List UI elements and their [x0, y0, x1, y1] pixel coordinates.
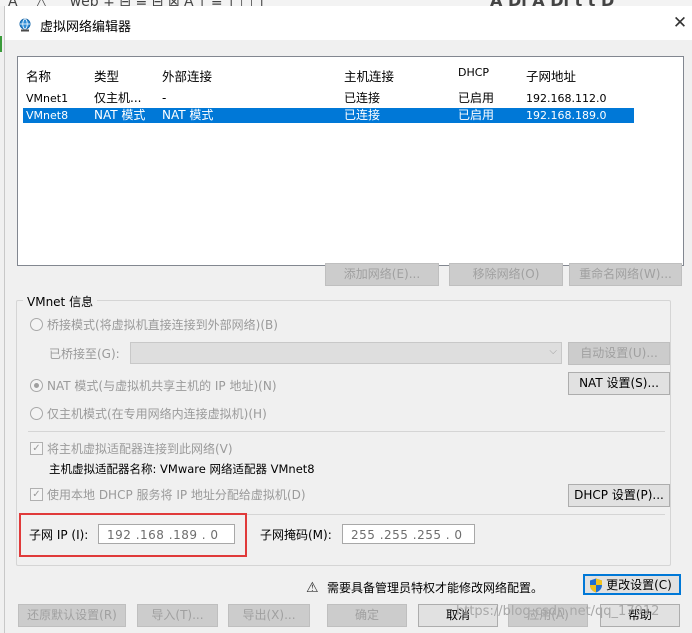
- remove-network-button[interactable]: 移除网络(O): [449, 263, 563, 286]
- dhcp-settings-button[interactable]: DHCP 设置(P)...: [568, 484, 670, 507]
- cell-dhcp: 已启用: [458, 91, 495, 105]
- cell-external: NAT 模式: [162, 108, 214, 122]
- change-settings-label: 更改设置(C): [606, 578, 672, 592]
- network-row-vmnet8[interactable]: VMnet8 NAT 模式 NAT 模式 已连接 已启用 192.168.189…: [23, 108, 634, 123]
- cell-name: VMnet8: [26, 109, 69, 122]
- bridged-to-select[interactable]: ⌵: [130, 342, 562, 364]
- subnet-mask-input[interactable]: 255 .255 .255 . 0: [342, 524, 475, 544]
- column-header-subnet[interactable]: 子网地址: [526, 66, 576, 85]
- virtual-network-editor-dialog: 虚拟网络编辑器 ✕ 名称 类型 外部连接 主机连接 DHCP 子网地址 VMne…: [4, 6, 692, 633]
- cell-external: -: [162, 91, 167, 105]
- close-icon: ✕: [672, 13, 688, 33]
- ok-button[interactable]: 确定: [327, 604, 407, 627]
- bridged-mode-label[interactable]: 桥接模式(将虚拟机直接连接到外部网络)(B): [47, 316, 278, 333]
- cell-subnet: 192.168.189.0: [526, 109, 607, 122]
- use-local-dhcp-checkbox[interactable]: ✓: [30, 488, 43, 501]
- network-row-vmnet1[interactable]: VMnet1 仅主机... - 已连接 已启用 192.168.112.0: [23, 91, 634, 106]
- chevron-down-icon: ⌵: [549, 346, 557, 357]
- section-divider: [28, 431, 665, 432]
- column-header-type[interactable]: 类型: [94, 66, 119, 85]
- column-header-host[interactable]: 主机连接: [344, 66, 394, 85]
- host-only-mode-radio[interactable]: [30, 407, 43, 420]
- globe-network-icon: [19, 18, 31, 32]
- title-bar: 虚拟网络编辑器 ✕: [5, 6, 692, 40]
- column-header-name[interactable]: 名称: [26, 66, 51, 85]
- host-only-mode-label[interactable]: 仅主机模式(在专用网络内连接虚拟机)(H): [47, 405, 267, 422]
- subnet-ip-input[interactable]: 192 .168 .189 . 0: [98, 524, 235, 544]
- cell-type: NAT 模式: [94, 108, 146, 122]
- cell-dhcp: 已启用: [458, 108, 495, 122]
- vmnet-info-label: VMnet 信息: [23, 293, 98, 310]
- column-header-external[interactable]: 外部连接: [162, 66, 212, 85]
- restore-defaults-button[interactable]: 还原默认设置(R): [18, 604, 126, 627]
- uac-shield-icon: [590, 578, 602, 593]
- adapter-name-text: 主机虚拟适配器名称: VMware 网络适配器 VMnet8: [49, 462, 315, 476]
- use-local-dhcp-label[interactable]: 使用本地 DHCP 服务将 IP 地址分配给虚拟机(D): [47, 486, 306, 503]
- import-button[interactable]: 导入(T)...: [137, 604, 218, 627]
- warning-icon: ⚠: [306, 580, 319, 596]
- watermark-text: https://blog.csdn.net/qq_17912: [456, 604, 660, 619]
- cell-host: 已连接: [344, 108, 381, 122]
- background-accent: [0, 36, 2, 52]
- nat-mode-radio[interactable]: [30, 379, 43, 392]
- dialog-title: 虚拟网络编辑器: [40, 20, 132, 35]
- change-settings-button[interactable]: 更改设置(C): [583, 574, 681, 595]
- subnet-mask-label: 子网掩码(M):: [260, 528, 332, 542]
- network-list[interactable]: 名称 类型 外部连接 主机连接 DHCP 子网地址 VMnet1 仅主机... …: [17, 56, 684, 266]
- export-button[interactable]: 导出(X)...: [228, 604, 310, 627]
- add-network-button[interactable]: 添加网络(E)...: [325, 263, 439, 286]
- cell-type: 仅主机...: [94, 91, 142, 105]
- connect-host-adapter-checkbox[interactable]: ✓: [30, 442, 43, 455]
- connect-host-adapter-label[interactable]: 将主机虚拟适配器连接到此网络(V): [47, 440, 233, 457]
- admin-notice-text: 需要具备管理员特权才能修改网络配置。: [327, 581, 544, 595]
- auto-settings-button[interactable]: 自动设置(U)...: [568, 342, 670, 365]
- subnet-ip-label: 子网 IP (I):: [29, 528, 89, 542]
- bridged-mode-radio[interactable]: [30, 318, 43, 331]
- nat-settings-button[interactable]: NAT 设置(S)...: [568, 372, 670, 395]
- close-button[interactable]: ✕: [669, 12, 691, 34]
- cell-name: VMnet1: [26, 92, 69, 105]
- cell-host: 已连接: [344, 91, 381, 105]
- nat-mode-label[interactable]: NAT 模式(与虚拟机共享主机的 IP 地址)(N): [47, 377, 277, 394]
- bridged-to-label: 已桥接至(G):: [49, 347, 120, 361]
- column-header-dhcp[interactable]: DHCP: [458, 66, 489, 79]
- rename-network-button[interactable]: 重命名网络(W)...: [569, 263, 682, 286]
- cell-subnet: 192.168.112.0: [526, 92, 607, 105]
